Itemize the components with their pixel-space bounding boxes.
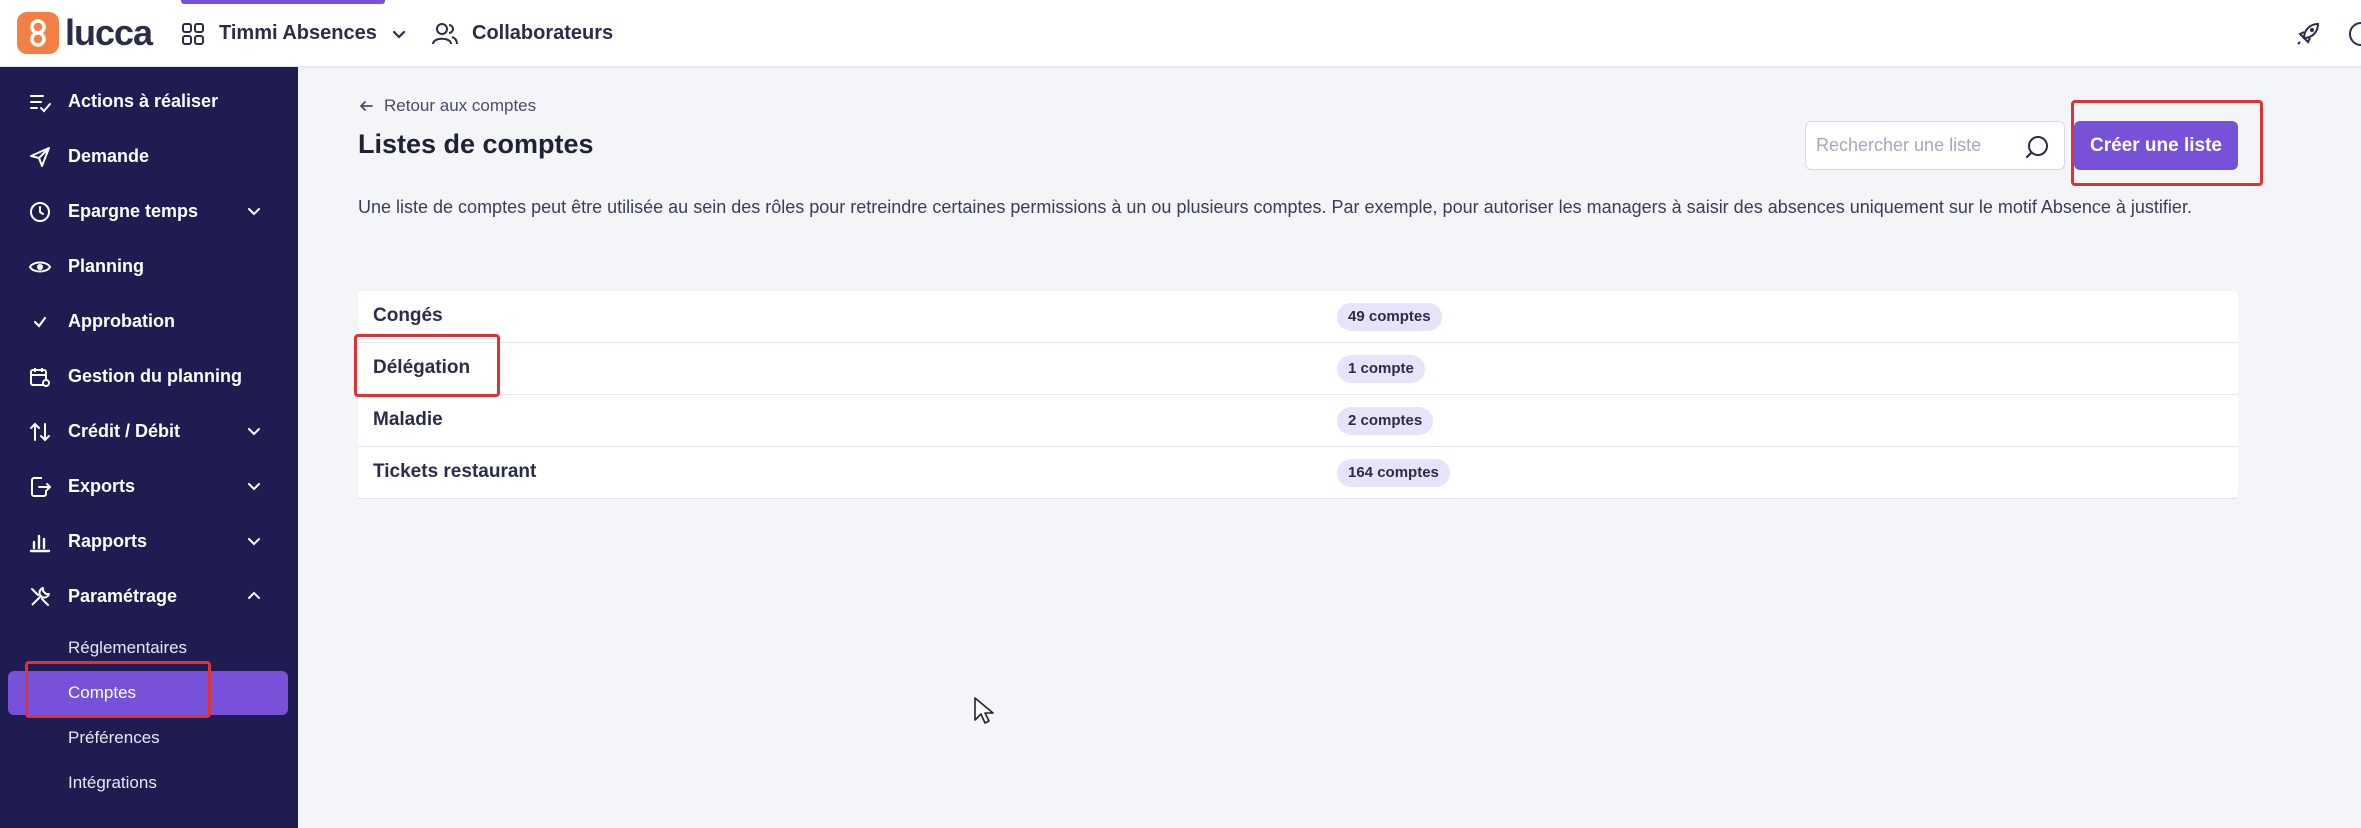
checklist-icon bbox=[30, 95, 51, 113]
sidebar-item-label: Paramétrage bbox=[68, 586, 178, 606]
send-icon bbox=[30, 147, 50, 167]
sidebar-item-parametrage[interactable]: Paramétrage bbox=[0, 569, 298, 624]
chevron-down-icon bbox=[248, 483, 260, 491]
highlight-comptes-item bbox=[25, 661, 211, 718]
calendar-gear-icon bbox=[30, 368, 50, 387]
sidebar-item-label: Exports bbox=[68, 476, 136, 496]
lucca-logo[interactable]: lucca bbox=[17, 12, 153, 54]
rocket-button[interactable] bbox=[2294, 20, 2322, 53]
sidebar-subitem-preferences[interactable]: Préférences bbox=[8, 716, 288, 760]
count-badge: 1 compte bbox=[1337, 355, 1425, 383]
nav-collaborateurs-label: Collaborateurs bbox=[472, 22, 614, 44]
highlight-create-button bbox=[2071, 100, 2263, 186]
list-name: Tickets restaurant bbox=[373, 461, 537, 482]
page-title: Listes de comptes bbox=[358, 129, 594, 159]
arrow-left-icon bbox=[359, 101, 373, 111]
top-bar: lucca Timmi Absences Collaborateurs bbox=[0, 0, 2361, 67]
search-icon[interactable] bbox=[2024, 134, 2050, 160]
help-button[interactable] bbox=[2347, 20, 2361, 53]
list-name: Congés bbox=[373, 305, 443, 326]
sidebar-item-approbation[interactable]: Approbation bbox=[0, 294, 298, 349]
sidebar-subitem-integrations[interactable]: Intégrations bbox=[8, 761, 288, 805]
nav-collaborateurs[interactable]: Collaborateurs bbox=[432, 0, 613, 67]
mouse-cursor-icon bbox=[974, 697, 994, 724]
list-row-conges[interactable]: Congés 49 comptes bbox=[358, 291, 2238, 343]
count-badge: 2 comptes bbox=[1337, 407, 1434, 435]
sidebar-item-epargne-temps[interactable]: Epargne temps bbox=[0, 184, 298, 239]
sidebar-item-label: Rapports bbox=[68, 531, 148, 551]
tools-icon bbox=[31, 587, 50, 606]
highlight-delegation-row bbox=[354, 334, 500, 397]
chevron-down-icon bbox=[248, 538, 260, 546]
chevron-down-icon bbox=[248, 208, 260, 216]
sidebar-item-planning[interactable]: Planning bbox=[0, 239, 298, 294]
export-icon bbox=[31, 477, 52, 497]
sidebar-item-label: Planning bbox=[68, 256, 144, 276]
sidebar-subitem-label: Intégrations bbox=[68, 773, 157, 792]
sidebar-subitem-label: Réglementaires bbox=[68, 638, 188, 657]
chevron-up-icon bbox=[248, 591, 260, 599]
back-link-label: Retour aux comptes bbox=[384, 96, 537, 115]
page-description: Une liste de comptes peut être utilisée … bbox=[358, 197, 2192, 217]
back-link[interactable]: Retour aux comptes bbox=[358, 96, 536, 116]
list-row-maladie[interactable]: Maladie 2 comptes bbox=[358, 395, 2238, 447]
help-icon bbox=[2349, 22, 2361, 46]
chevron-down-icon bbox=[248, 428, 260, 436]
arrows-updown-icon bbox=[30, 422, 50, 442]
list-row-delegation[interactable]: Délégation 1 compte bbox=[358, 343, 2238, 395]
sidebar-item-rapports[interactable]: Rapports bbox=[0, 514, 298, 569]
sidebar-item-credit-debit[interactable]: Crédit / Débit bbox=[0, 404, 298, 459]
sidebar-item-label: Demande bbox=[68, 146, 150, 166]
lists-table: Congés 49 comptes Délégation 1 compte Ma… bbox=[358, 291, 2238, 499]
bar-chart-icon bbox=[29, 534, 51, 553]
sidebar-item-actions[interactable]: Actions à réaliser bbox=[0, 74, 298, 129]
rocket-icon bbox=[2297, 22, 2320, 45]
clock-icon bbox=[30, 202, 50, 222]
sidebar-item-label: Actions à réaliser bbox=[68, 91, 219, 111]
sidebar-item-exports[interactable]: Exports bbox=[0, 459, 298, 514]
search-box bbox=[1805, 121, 2065, 170]
sidebar-item-gestion-planning[interactable]: Gestion du planning bbox=[0, 349, 298, 404]
sidebar-item-demande[interactable]: Demande bbox=[0, 129, 298, 184]
list-row-tickets-restaurant[interactable]: Tickets restaurant 164 comptes bbox=[358, 447, 2238, 499]
search-input[interactable] bbox=[1816, 135, 2016, 156]
logo-text: lucca bbox=[65, 12, 153, 53]
check-icon bbox=[33, 316, 47, 328]
sidebar-item-label: Epargne temps bbox=[68, 201, 199, 221]
app-switcher[interactable]: Timmi Absences bbox=[177, 0, 407, 67]
chevron-down-icon bbox=[392, 30, 405, 39]
list-name: Maladie bbox=[373, 409, 443, 430]
sidebar-item-label: Gestion du planning bbox=[68, 366, 242, 386]
app-name: Timmi Absences bbox=[219, 22, 377, 44]
count-badge: 49 comptes bbox=[1337, 303, 1442, 331]
users-icon bbox=[432, 22, 458, 44]
sidebar-item-label: Crédit / Débit bbox=[68, 421, 181, 441]
sidebar-subitem-label: Préférences bbox=[68, 728, 160, 747]
lucca-logo-icon bbox=[17, 12, 59, 54]
eye-icon bbox=[28, 261, 52, 273]
sidebar-item-label: Approbation bbox=[68, 311, 175, 331]
count-badge: 164 comptes bbox=[1337, 459, 1450, 487]
grid-icon bbox=[182, 22, 204, 45]
